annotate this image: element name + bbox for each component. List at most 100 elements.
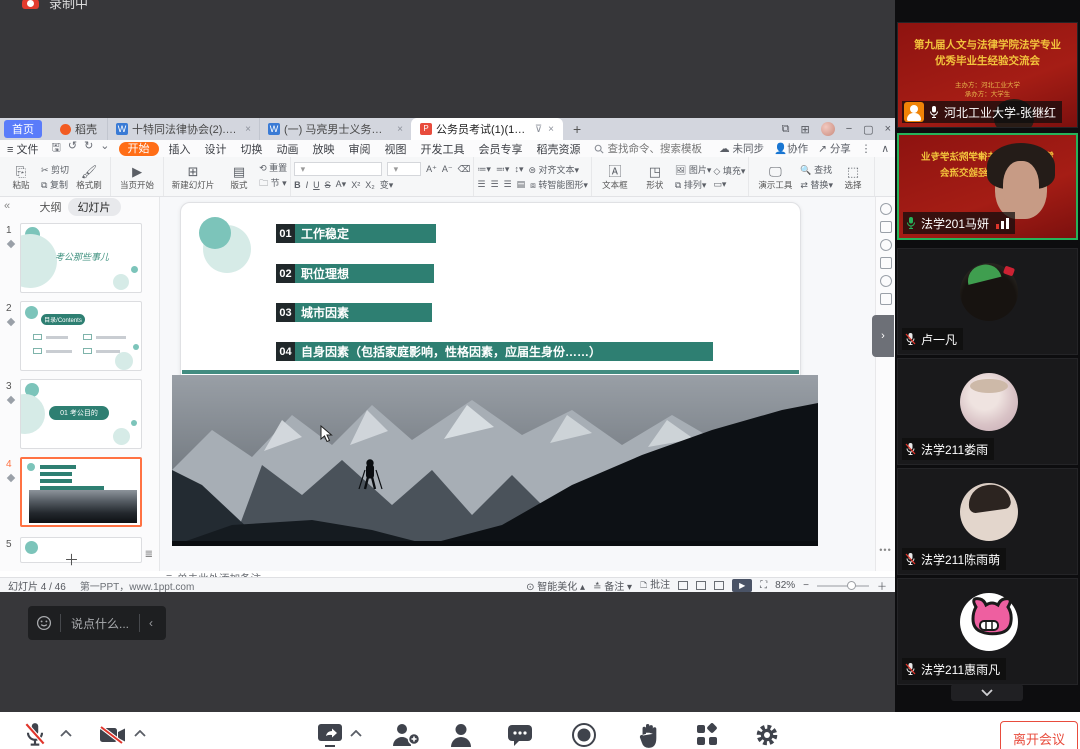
menu-insert[interactable]: 插入 bbox=[162, 141, 198, 157]
menu-transition[interactable]: 切换 bbox=[234, 141, 270, 157]
menu-review[interactable]: 审阅 bbox=[342, 141, 378, 157]
record-button[interactable] bbox=[571, 722, 597, 748]
textbox-button[interactable]: 🄰文本框 bbox=[595, 164, 635, 190]
collab-button[interactable]: 👤协作 bbox=[774, 141, 808, 156]
menu-member[interactable]: 会员专享 bbox=[472, 141, 530, 157]
slide-thumb-4-selected[interactable] bbox=[20, 457, 142, 527]
minimize-button[interactable]: − bbox=[846, 123, 852, 135]
expand-sidebar-button[interactable]: › bbox=[872, 315, 894, 357]
close-tab-icon[interactable]: × bbox=[395, 124, 403, 135]
camera-options-chevron[interactable] bbox=[134, 730, 146, 738]
collapse-ribbon-icon[interactable]: ∧ bbox=[881, 143, 889, 155]
invite-button[interactable] bbox=[390, 722, 420, 748]
section-button[interactable]: 🗀 节 ▾ bbox=[259, 176, 287, 192]
subscript-button[interactable]: X₂ bbox=[365, 180, 375, 190]
slide-canvas[interactable]: 01 工作稳定 02 职位理想 03 城市因素 04 自身因素（包括家庭影响，性… bbox=[160, 197, 875, 571]
align-left-icon[interactable]: ☰ bbox=[477, 179, 485, 190]
format-painter-button[interactable]: 🖌格式刷 bbox=[71, 164, 107, 190]
menu-start[interactable]: 开始 bbox=[119, 142, 159, 156]
superscript-button[interactable]: X² bbox=[351, 180, 360, 190]
justify-icon[interactable]: ▤ bbox=[517, 179, 526, 190]
picture-button[interactable]: 🖼 图片▾ bbox=[675, 163, 711, 176]
participant-tile[interactable]: 卢一凡 bbox=[897, 248, 1078, 355]
font-size-box[interactable]: ▾ bbox=[387, 162, 421, 176]
text-effect-button[interactable]: 变▾ bbox=[380, 178, 394, 191]
slide-thumb-2[interactable]: 目录/Contents bbox=[20, 301, 142, 371]
shapes-button[interactable]: ◳形状 bbox=[637, 164, 673, 190]
chat-button[interactable] bbox=[506, 722, 534, 748]
participant-tile[interactable]: 法学211陈雨萌 bbox=[897, 468, 1078, 575]
italic-button[interactable]: I bbox=[306, 180, 309, 190]
tab-docer[interactable]: 稻壳 bbox=[50, 118, 107, 140]
qat-dropdown-icon[interactable]: ⌄ bbox=[100, 139, 109, 158]
zoom-slider-knob[interactable] bbox=[847, 581, 856, 590]
chat-input[interactable]: 说点什么... bbox=[61, 615, 139, 632]
replace-button[interactable]: ⇄ 替换▾ bbox=[800, 178, 833, 191]
align-right-icon[interactable]: ☰ bbox=[504, 179, 512, 190]
raise-hand-button[interactable] bbox=[637, 722, 661, 749]
tab-slides[interactable]: 幻灯片 bbox=[68, 198, 121, 216]
participant-tile[interactable]: 法学211惠雨凡 bbox=[897, 578, 1078, 685]
redo-icon[interactable]: ↻ bbox=[84, 139, 93, 158]
notes-toggle[interactable]: ≛ 备注 ▾ bbox=[593, 578, 632, 593]
cut-button[interactable]: ✂ 剪切 bbox=[41, 163, 69, 176]
strike-button[interactable]: S bbox=[325, 180, 331, 190]
leave-meeting-button[interactable]: 离开会议 bbox=[1000, 721, 1078, 749]
resource-icon[interactable] bbox=[880, 293, 892, 305]
participants-button[interactable] bbox=[448, 722, 474, 748]
props-icon[interactable] bbox=[880, 221, 892, 233]
zoom-slider[interactable] bbox=[817, 585, 869, 587]
underline-button[interactable]: U bbox=[313, 180, 320, 190]
workspace-grid-icon[interactable]: ⊞ bbox=[801, 123, 810, 136]
slide-item-1[interactable]: 01 工作稳定 bbox=[276, 224, 436, 243]
bold-button[interactable]: B bbox=[294, 180, 301, 190]
cloud-sync-status[interactable]: ☁ 未同步 bbox=[719, 141, 764, 156]
zoom-out-button[interactable]: − bbox=[803, 580, 809, 591]
emoji-icon[interactable] bbox=[36, 615, 52, 631]
slide-item-4[interactable]: 04 自身因素（包括家庭影响，性格因素，应届生身份……） bbox=[276, 342, 713, 361]
chat-collapse-icon[interactable]: ‹ bbox=[140, 616, 162, 630]
participant-tile[interactable]: 第九届人文与法律学院法学专业 优秀毕业生经验交流会 主办方：河北工业大学 承办方… bbox=[897, 22, 1078, 128]
slide-item-2[interactable]: 02 职位理想 bbox=[276, 264, 434, 283]
thumb-panel-menu-icon[interactable]: ≣ bbox=[145, 549, 153, 560]
tab-active-pptx[interactable]: P 公务员考试(1)(1).pptx ⊽ × bbox=[411, 118, 563, 140]
search-input[interactable] bbox=[608, 143, 728, 155]
normal-view-icon[interactable] bbox=[678, 581, 688, 590]
slide-item-3[interactable]: 03 城市因素 bbox=[276, 303, 432, 322]
align-text-button[interactable]: ⊜ 对齐文本▾ bbox=[528, 163, 579, 176]
reading-view-icon[interactable] bbox=[714, 581, 724, 590]
account-avatar[interactable] bbox=[821, 122, 835, 136]
new-tab-button[interactable]: + bbox=[563, 121, 591, 137]
chat-quick-bar[interactable]: 说点什么... ‹ bbox=[28, 606, 166, 640]
add-slide-button[interactable]: ＋ bbox=[64, 549, 79, 570]
save-icon[interactable]: 🖫 bbox=[51, 139, 60, 158]
layout-button[interactable]: ▤版式 bbox=[221, 164, 257, 190]
participant-tile[interactable]: 法学211娄雨 bbox=[897, 358, 1078, 465]
restore-button[interactable]: ▢ bbox=[863, 123, 873, 136]
help-icon[interactable] bbox=[880, 275, 892, 287]
tab-doc1[interactable]: W 十特同法律协会(2).doc × bbox=[107, 118, 259, 140]
mic-options-chevron[interactable] bbox=[60, 730, 72, 738]
font-color-button[interactable]: A▾ bbox=[336, 179, 347, 190]
share-screen-button[interactable] bbox=[316, 722, 344, 748]
comments-toggle[interactable]: 🗅 批注 bbox=[640, 576, 670, 595]
grow-font-icon[interactable]: A⁺ bbox=[426, 164, 437, 175]
menu-view[interactable]: 视图 bbox=[378, 141, 414, 157]
effects-icon[interactable] bbox=[880, 239, 892, 251]
share-options-chevron[interactable] bbox=[350, 730, 362, 738]
pin-tab-icon[interactable]: ⊽ bbox=[533, 124, 542, 135]
align-center-icon[interactable]: ☰ bbox=[490, 179, 498, 190]
slide-thumb-1[interactable]: 考公那些事儿 bbox=[20, 223, 142, 293]
copy-button[interactable]: ⧉ 复制 bbox=[41, 178, 69, 191]
close-window-button[interactable]: × bbox=[885, 123, 891, 135]
font-name-box[interactable]: ▾ bbox=[294, 162, 382, 176]
find-button[interactable]: 🔍 查找 bbox=[800, 163, 833, 176]
more-menu-icon[interactable]: ⋮ bbox=[861, 143, 872, 155]
participant-tile-active-speaker[interactable]: 第九届人文与法律学院法学专业 优秀毕业生经验交流会 法学201马妍 bbox=[897, 133, 1078, 240]
smartart-convert-button[interactable]: ⧈ 转智能图形▾ bbox=[530, 178, 588, 191]
fit-slide-icon[interactable]: ⛶ bbox=[760, 580, 767, 591]
fill-button[interactable]: ◇ 填充▾ bbox=[713, 164, 745, 177]
menu-devtools[interactable]: 开发工具 bbox=[414, 141, 472, 157]
shrink-font-icon[interactable]: A⁻ bbox=[442, 164, 453, 175]
outline-button[interactable]: ▭▾ bbox=[713, 179, 745, 190]
